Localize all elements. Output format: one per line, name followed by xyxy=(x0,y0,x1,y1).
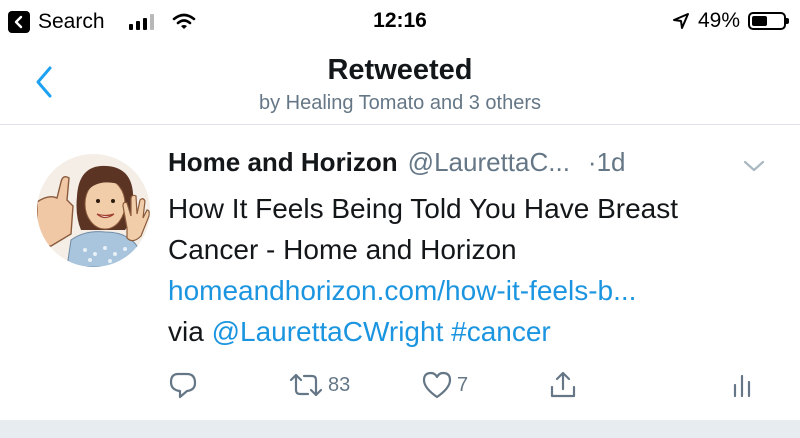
tweet-time[interactable]: ·1d xyxy=(588,147,626,178)
tweet-actions: 83 7 xyxy=(168,370,768,404)
share-icon xyxy=(550,371,576,398)
tweet-header: Home and Horizon @LaurettaC... ·1d xyxy=(168,147,626,178)
mention-link[interactable]: @LaurettaCWright xyxy=(212,316,444,347)
share-button[interactable] xyxy=(548,370,578,400)
battery-percent: 49% xyxy=(697,9,740,32)
tweet-text: How It Feels Being Told You Have Breast … xyxy=(168,188,778,352)
analytics-icon xyxy=(733,374,751,398)
hashtag-link[interactable]: #cancer xyxy=(451,316,551,347)
location-icon xyxy=(672,13,689,29)
tweet-card[interactable]: Home and Horizon @LaurettaC... ·1d How I… xyxy=(0,125,800,420)
caret-down-icon xyxy=(743,160,765,172)
like-count: 7 xyxy=(457,373,469,396)
author-handle[interactable]: @LaurettaC... xyxy=(408,147,570,178)
page-subtitle: by Healing Tomato and 3 others xyxy=(258,92,542,114)
page-title: Retweeted xyxy=(327,54,473,86)
retweet-button[interactable]: 83 xyxy=(288,370,350,400)
nav-header: Retweeted by Healing Tomato and 3 others xyxy=(0,42,800,125)
tweet-link[interactable]: homeandhorizon.com/how-it-feels-b... xyxy=(168,270,778,311)
avatar[interactable] xyxy=(37,154,150,267)
tweet-menu-button[interactable] xyxy=(743,159,765,173)
battery-level xyxy=(752,16,767,26)
like-button[interactable]: 7 xyxy=(421,370,468,400)
status-right: 49% xyxy=(672,9,789,33)
analytics-button[interactable] xyxy=(730,370,754,400)
reply-button[interactable] xyxy=(168,370,198,400)
status-bar: Search 12:16 49% xyxy=(0,0,800,42)
timeline-divider xyxy=(0,420,800,438)
retweet-count: 83 xyxy=(328,373,351,396)
retweet-icon xyxy=(289,373,323,397)
via-text: via xyxy=(168,316,204,347)
battery-icon xyxy=(748,12,789,30)
tweet-text-line: How It Feels Being Told You Have Breast xyxy=(168,193,679,224)
like-icon xyxy=(422,371,452,399)
reply-icon xyxy=(169,372,197,399)
tweet-text-line: Cancer - Home and Horizon xyxy=(168,234,517,265)
author-name[interactable]: Home and Horizon xyxy=(168,147,398,178)
